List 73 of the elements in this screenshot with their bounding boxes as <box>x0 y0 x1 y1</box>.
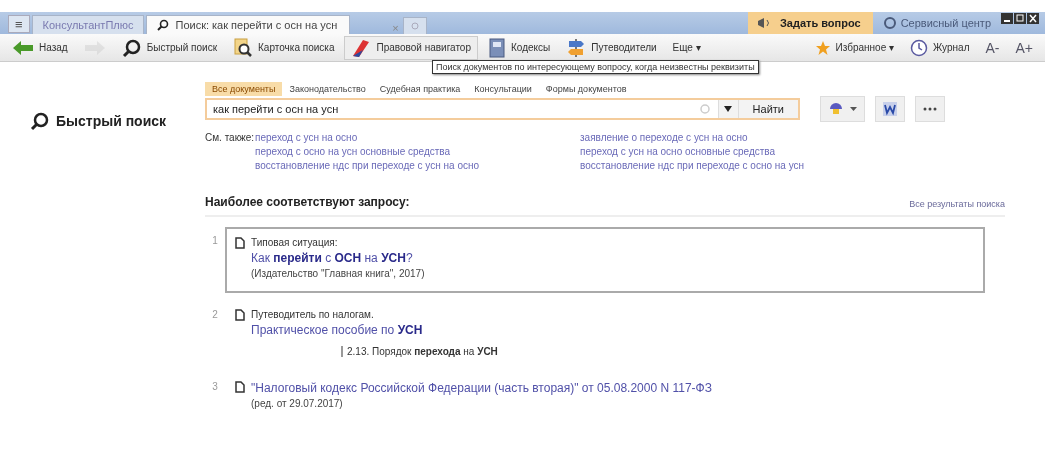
minimize-button[interactable] <box>1001 13 1013 24</box>
menu-button[interactable]: ≡ <box>8 15 30 33</box>
card-search-icon <box>233 37 254 58</box>
document-category: Путеводитель по налогам. <box>251 309 375 320</box>
document-icon <box>235 381 245 393</box>
flag-icon <box>351 37 372 58</box>
word-export-button[interactable] <box>875 96 905 122</box>
forward-arrow-icon <box>83 39 106 56</box>
ring-icon <box>882 16 897 30</box>
result-number: 3 <box>211 380 219 394</box>
suggestion-link[interactable]: заявление о переходе с усн на осно <box>580 132 905 143</box>
navigator-toolbar-button[interactable]: Правовой навигатор <box>344 35 478 60</box>
result-number: 1 <box>211 234 219 248</box>
book-icon <box>488 37 506 58</box>
more-icon <box>923 107 937 111</box>
dropdown-button[interactable] <box>717 100 738 118</box>
more-toolbar-button[interactable]: Еще ▾ <box>666 35 707 60</box>
page-title: Быстрый поиск <box>56 113 167 129</box>
results-heading: Наиболее соответствуют запросу: <box>205 195 410 209</box>
search-icon <box>30 111 50 131</box>
all-results-link[interactable]: Все результаты поиска <box>909 199 1005 209</box>
suggestion-link[interactable]: переход с усн на осно <box>255 132 580 143</box>
word-icon <box>883 102 897 116</box>
filter-tab[interactable]: Все документы <box>205 82 283 96</box>
document-link[interactable]: Как перейти с ОСН на УСН? <box>251 251 425 265</box>
search-toolbar-button[interactable]: Быстрый поиск <box>115 35 224 60</box>
document-icon <box>235 309 245 321</box>
see-also-label: См. также: <box>205 132 255 145</box>
star-toolbar-button[interactable]: Избранное ▾ <box>808 35 900 60</box>
theme-dropdown-button[interactable] <box>820 96 865 122</box>
back-toolbar-button[interactable]: Назад <box>6 35 74 60</box>
signpost-icon <box>566 37 587 58</box>
ask-question-button[interactable]: Задать вопрос <box>747 12 873 34</box>
theme-icon <box>828 102 844 116</box>
caret-icon <box>850 107 857 111</box>
search-icon <box>157 19 170 31</box>
window-tab[interactable]: Поиск: как перейти с осн на усн <box>146 15 351 34</box>
document-category: Типовая ситуация: <box>251 237 339 248</box>
star-icon <box>814 39 831 56</box>
suggestion-link[interactable]: восстановление ндс при переходе с осно на усн <box>580 160 905 171</box>
filter-tab[interactable]: Судебная практика <box>372 82 468 96</box>
font-size-button[interactable]: А- <box>979 35 1006 60</box>
filter-tab[interactable]: Консультации <box>467 82 539 96</box>
result-card[interactable]: Путеводитель по налогам. Практическое пособие по УСН 2.13. Порядок перехода на УСН <box>225 301 985 365</box>
result-card[interactable]: "Налоговый кодекс Российской Федерации (часть вторая)" от 05.08.2000 N 117-ФЗ (ред. от 29.07.2017) <box>225 373 985 417</box>
caret-icon <box>723 105 734 113</box>
codes-toolbar-button[interactable]: Кодексы <box>482 35 557 60</box>
clock-toolbar-button[interactable]: Журнал <box>904 35 976 60</box>
filter-tab[interactable]: Законодательство <box>282 82 373 96</box>
card-toolbar-button[interactable]: Карточка поиска <box>227 35 341 60</box>
clear-icon <box>699 104 710 114</box>
suggestion-link[interactable]: переход с осно на усн основные средства <box>255 146 580 157</box>
search-icon <box>121 37 142 58</box>
maximize-button[interactable] <box>1014 13 1026 24</box>
suggestion-link[interactable]: восстановление ндс при переходе с усн на осно <box>255 160 580 171</box>
suggestion-link[interactable]: переход с усн на осно основные средства <box>580 146 905 157</box>
document-source: (Издательство "Главная книга", 2017) <box>251 268 425 279</box>
find-button[interactable]: Найти <box>737 100 798 118</box>
document-link[interactable]: Практическое пособие по УСН <box>251 323 498 337</box>
document-link[interactable]: "Налоговый кодекс Российской Федерации (часть вторая)" от 05.08.2000 N 117-ФЗ <box>251 381 712 395</box>
result-card[interactable]: Типовая ситуация: Как перейти с ОСН на УСН? (Издательство "Главная книга", 2017) <box>225 227 985 293</box>
tooltip: Поиск документов по интересующему вопросу, когда неизвестны реквизиты <box>432 60 759 74</box>
section-text: 2.13. Порядок перехода на УСН <box>341 346 498 357</box>
filter-tab[interactable]: Формы документов <box>538 82 634 96</box>
document-icon <box>235 237 245 249</box>
clock-icon <box>910 38 928 57</box>
back-arrow-icon <box>12 39 34 56</box>
guides-toolbar-button[interactable]: Путеводители <box>560 35 663 60</box>
close-button[interactable] <box>1027 13 1039 24</box>
font-size-button[interactable]: А+ <box>1009 35 1039 60</box>
document-source: (ред. от 29.07.2017) <box>251 398 344 409</box>
search-field[interactable]: как перейти с осн на усн Найти <box>205 98 800 120</box>
result-number: 2 <box>211 308 219 322</box>
